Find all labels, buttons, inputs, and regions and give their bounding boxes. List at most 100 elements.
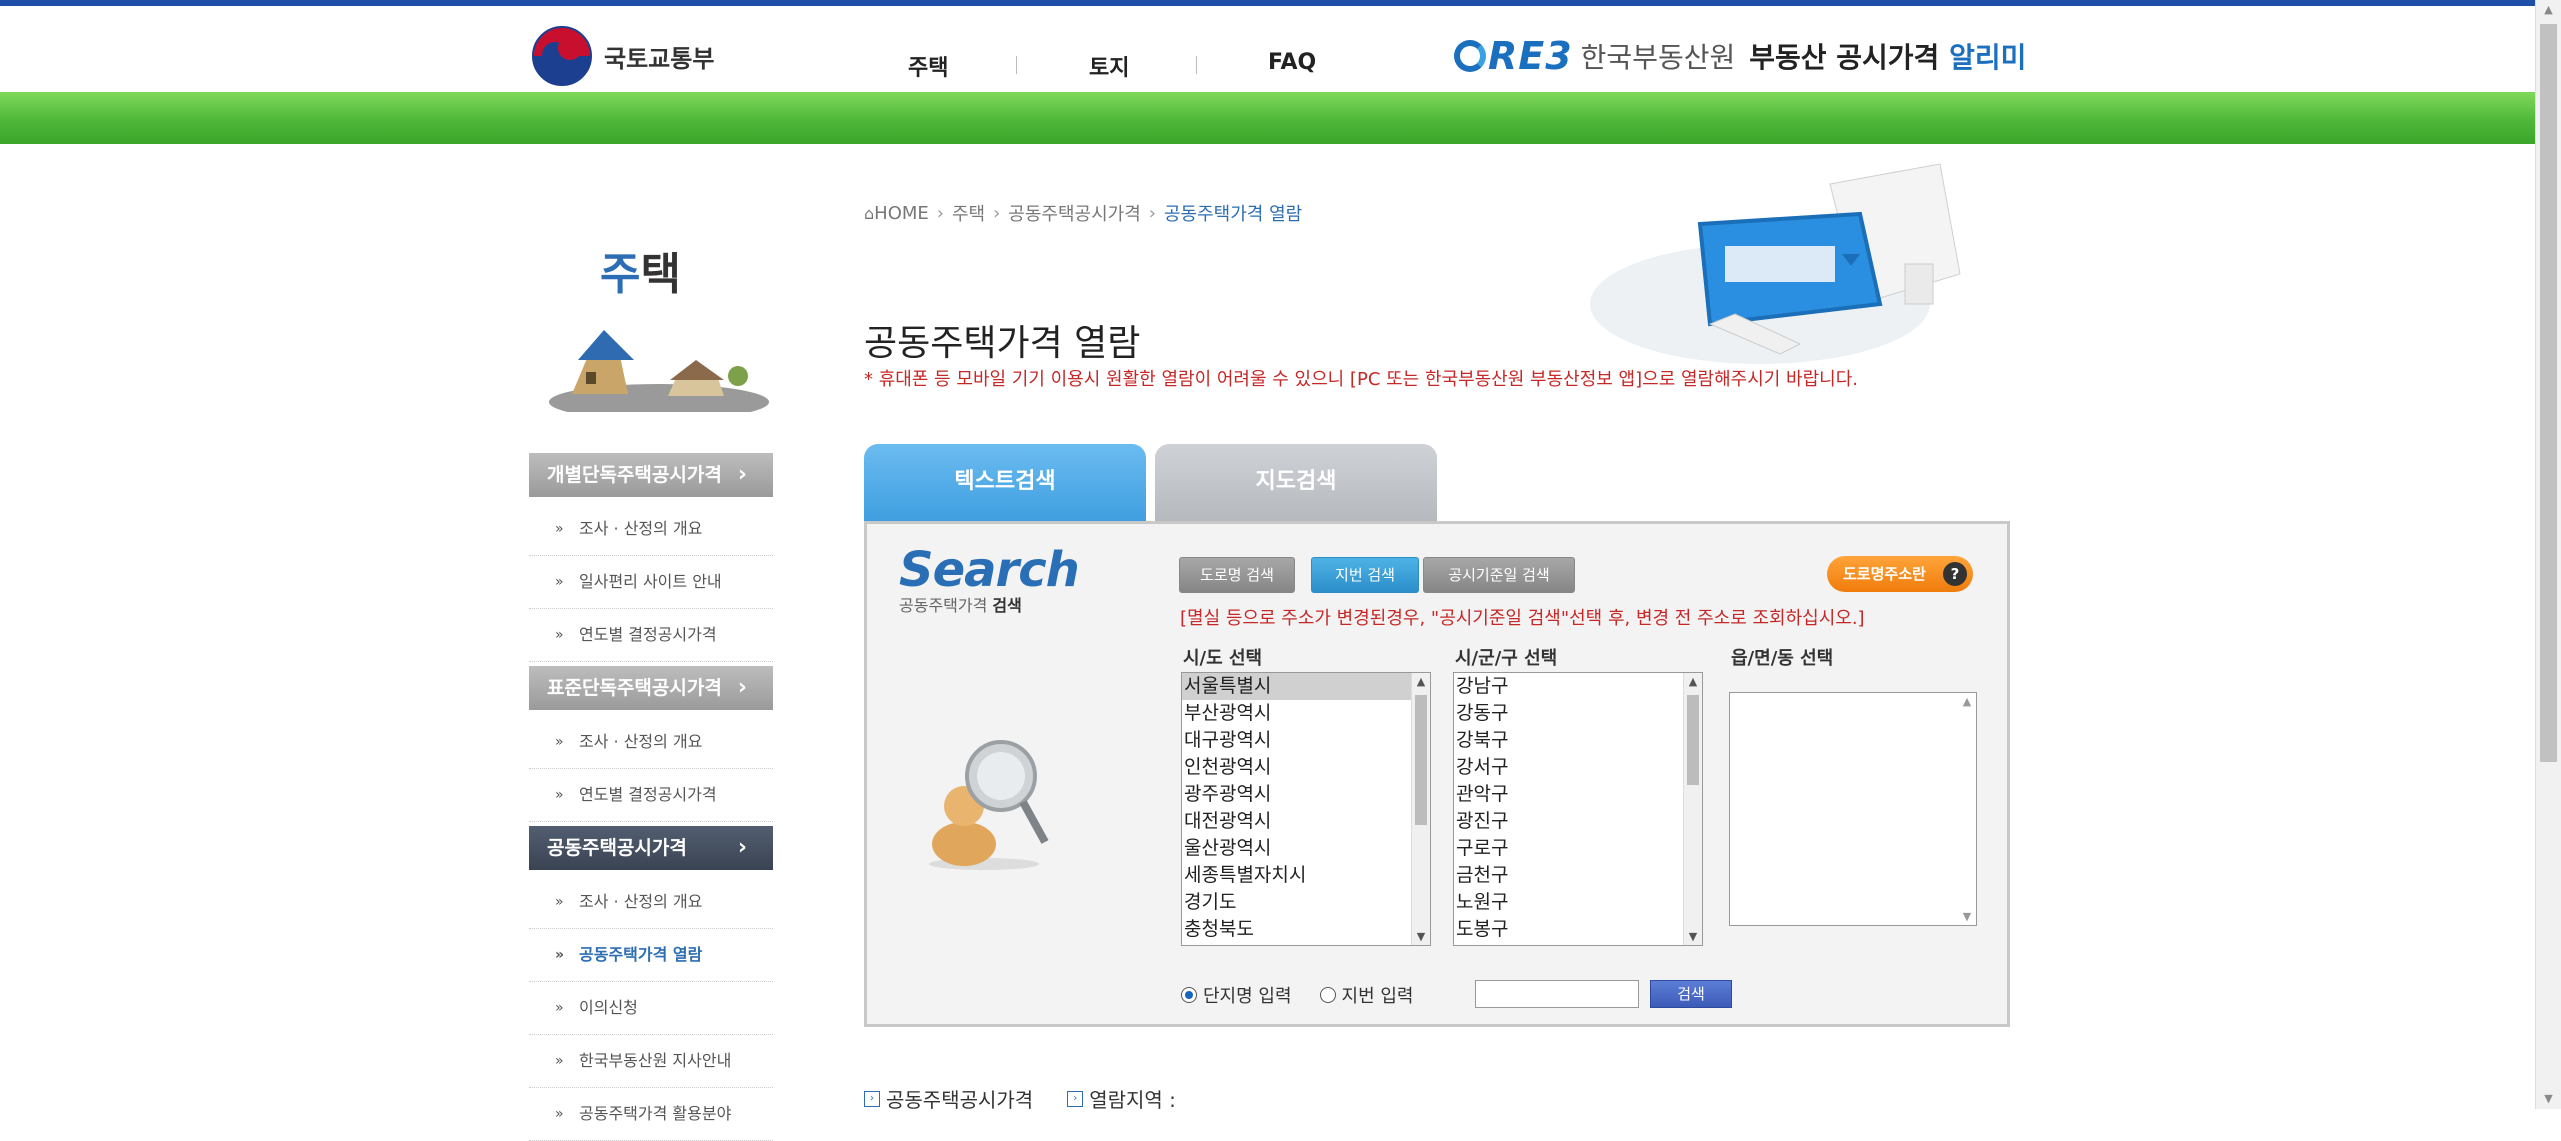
ministry-name: 국토교통부 (604, 44, 715, 73)
nav-divider (1196, 56, 1197, 74)
sigungu-label: 시/군/구 선택 (1455, 648, 1558, 669)
list-option[interactable]: 구로구 (1454, 835, 1702, 862)
home-icon: ⌂ (864, 203, 875, 223)
arrow-box-icon: › (864, 1090, 880, 1107)
search-monitor-illustration-icon (1590, 163, 1961, 364)
scroll-thumb[interactable] (1687, 695, 1699, 785)
mobile-warning: * 휴대폰 등 모바일 기기 이용시 원활한 열람이 어려울 수 있으니 [PC… (864, 369, 1859, 390)
scroll-down-icon[interactable]: ▼ (1412, 930, 1430, 943)
road-search-button[interactable]: 도로명 검색 (1179, 557, 1295, 593)
list-option[interactable]: 광주광역시 (1182, 781, 1430, 808)
road-address-info-button[interactable]: 도로명주소란? (1827, 556, 1973, 592)
sidebar-item[interactable]: 연도별 결정공시가격 (529, 609, 773, 662)
list-option[interactable]: 금천구 (1454, 862, 1702, 889)
sigungu-select[interactable]: 강남구 강동구 강북구 강서구 관악구 광진구 구로구 금천구 노원구 도봉구 … (1453, 672, 1703, 946)
sidebar-item[interactable]: 이의신청 (529, 982, 773, 1035)
reb-logo[interactable]: RE3 한국부동산원 부동산 공시가격 알리미 (1454, 34, 2026, 78)
sido-scrollbar[interactable]: ▲ ▼ (1411, 673, 1430, 945)
breadcrumb: ⌂ HOME › 주택 › 공동주택공시가격 › 공동주택가격 열람 (864, 200, 1302, 226)
molit-logo[interactable]: 국토교통부 (532, 26, 714, 86)
sidebar-item-current[interactable]: 공동주택가격 열람 (529, 929, 773, 982)
sidebar-title: 주택 (600, 249, 681, 300)
sidebar-item[interactable]: 일사편리 사이트 안내 (529, 556, 773, 609)
sidebar-group-apartment[interactable]: 공동주택공시가격 › (529, 826, 773, 870)
breadcrumb-home[interactable]: HOME (874, 203, 929, 224)
nav-housing[interactable]: 주택 (908, 50, 948, 82)
chevron-right-icon: › (737, 675, 747, 700)
list-option[interactable]: 인천광역시 (1182, 754, 1430, 781)
list-option[interactable]: 강북구 (1454, 727, 1702, 754)
eupmyeondong-select[interactable]: ▲ ▼ (1729, 692, 1977, 926)
search-panel: Search 공동주택가격 검색 도로명 검색 지번 검색 공시기준일 검색 도… (864, 521, 2010, 1027)
page-scroll-thumb[interactable] (2540, 24, 2557, 762)
radio-jibun[interactable] (1319, 987, 1336, 1003)
nav-divider (1016, 56, 1017, 74)
reb-wordmark: RE3 (1488, 34, 1573, 78)
list-option[interactable]: 울산광역시 (1182, 835, 1430, 862)
list-option[interactable]: 대구광역시 (1182, 727, 1430, 754)
sidebar-item[interactable]: 연도별 결정공시가격 (529, 769, 773, 822)
list-option[interactable]: 부산광역시 (1182, 700, 1430, 727)
reb-mark-icon (1454, 40, 1486, 72)
radio-jibun-label[interactable]: 지번 입력 (1342, 982, 1414, 1008)
sido-select[interactable]: 서울특별시 부산광역시 대구광역시 인천광역시 광주광역시 대전광역시 울산광역… (1181, 672, 1431, 946)
scroll-down-icon[interactable]: ▼ (2536, 1089, 2561, 1109)
scroll-thumb[interactable] (1415, 695, 1427, 825)
taeguk-icon (532, 26, 592, 86)
breadcrumb-item[interactable]: 주택 (952, 200, 985, 226)
sidebar-item[interactable]: 한국부동산원 지사안내 (529, 1035, 773, 1088)
list-option[interactable]: 세종특별자치시 (1182, 862, 1430, 889)
search-logo: Search 공동주택가격 검색 (899, 542, 1080, 615)
arrow-box-icon: › (1067, 1090, 1084, 1107)
list-option[interactable]: 광진구 (1454, 808, 1702, 835)
sidebar-menu: 개별단독주택공시가격› 조사 · 산정의 개요 일사편리 사이트 안내 연도별 … (529, 453, 773, 1141)
nav-faq[interactable]: FAQ (1268, 50, 1316, 75)
eupmyeondong-label: 읍/면/동 선택 (1731, 648, 1834, 669)
date-search-button[interactable]: 공시기준일 검색 (1423, 557, 1575, 593)
list-option[interactable]: 강서구 (1454, 754, 1702, 781)
sigungu-scrollbar[interactable]: ▲ ▼ (1683, 673, 1702, 945)
list-option[interactable]: 서울특별시 (1182, 673, 1430, 700)
sidebar-item[interactable]: 조사 · 산정의 개요 (529, 503, 773, 556)
page-scrollbar[interactable]: ▲ ▼ (2535, 0, 2561, 1109)
sidebar-item[interactable]: 조사 · 산정의 개요 (529, 876, 773, 929)
list-option[interactable]: 강남구 (1454, 673, 1702, 700)
scroll-up-icon[interactable]: ▲ (1684, 675, 1702, 688)
scroll-up-icon[interactable]: ▲ (1412, 675, 1430, 688)
service-name: 부동산 공시가격 알리미 (1749, 41, 2027, 74)
user-search-icon (929, 740, 1049, 870)
address-change-notice: [멸실 등으로 주소가 변경된경우, "공시기준일 검색"선택 후, 변경 전 … (1180, 608, 1865, 629)
list-option[interactable]: 충청북도 (1182, 916, 1430, 943)
sidebar-group-standard-detached[interactable]: 표준단독주택공시가격 › (529, 666, 773, 710)
scroll-down-icon[interactable]: ▼ (1684, 930, 1702, 943)
eupmyeondong-scrollbar[interactable]: ▲ ▼ (1958, 693, 1976, 925)
list-option[interactable]: 관악구 (1454, 781, 1702, 808)
sidebar-item[interactable]: 조사 · 산정의 개요 (529, 716, 773, 769)
sidebar-group-individual-detached[interactable]: 개별단독주택공시가격 › (529, 453, 773, 497)
search-button[interactable]: 검색 (1650, 980, 1732, 1008)
list-option[interactable]: 도봉구 (1454, 916, 1702, 943)
sido-label: 시/도 선택 (1183, 648, 1263, 669)
breadcrumb-current: 공동주택가격 열람 (1163, 204, 1303, 225)
page-title: 공동주택가격 열람 (864, 323, 1141, 365)
tab-text-search[interactable]: 텍스트검색 (864, 444, 1146, 522)
scroll-down-icon[interactable]: ▼ (1958, 910, 1976, 923)
header: 국토교통부 주택 토지 FAQ RE3 한국부동산원 부동산 공시가격 알리미 (0, 6, 2536, 93)
scroll-up-icon[interactable]: ▲ (2536, 0, 2561, 20)
radio-danji[interactable] (1181, 987, 1197, 1003)
jibun-search-button[interactable]: 지번 검색 (1311, 557, 1419, 593)
list-option[interactable]: 강동구 (1454, 700, 1702, 727)
sidebar-item[interactable]: 공동주택가격 활용분야 (529, 1088, 773, 1141)
houses-illustration-icon (549, 330, 769, 412)
tab-map-search[interactable]: 지도검색 (1155, 444, 1437, 522)
breadcrumb-item[interactable]: 공동주택공시가격 (1008, 200, 1140, 226)
scroll-up-icon[interactable]: ▲ (1958, 695, 1976, 708)
help-icon: ? (1943, 562, 1967, 586)
radio-danji-label[interactable]: 단지명 입력 (1203, 982, 1292, 1008)
search-input[interactable] (1475, 980, 1639, 1008)
list-option[interactable]: 노원구 (1454, 889, 1702, 916)
search-type-radios: 단지명 입력 지번 입력 (1181, 982, 1414, 1008)
list-option[interactable]: 경기도 (1182, 889, 1430, 916)
nav-land[interactable]: 토지 (1089, 50, 1129, 82)
list-option[interactable]: 대전광역시 (1182, 808, 1430, 835)
